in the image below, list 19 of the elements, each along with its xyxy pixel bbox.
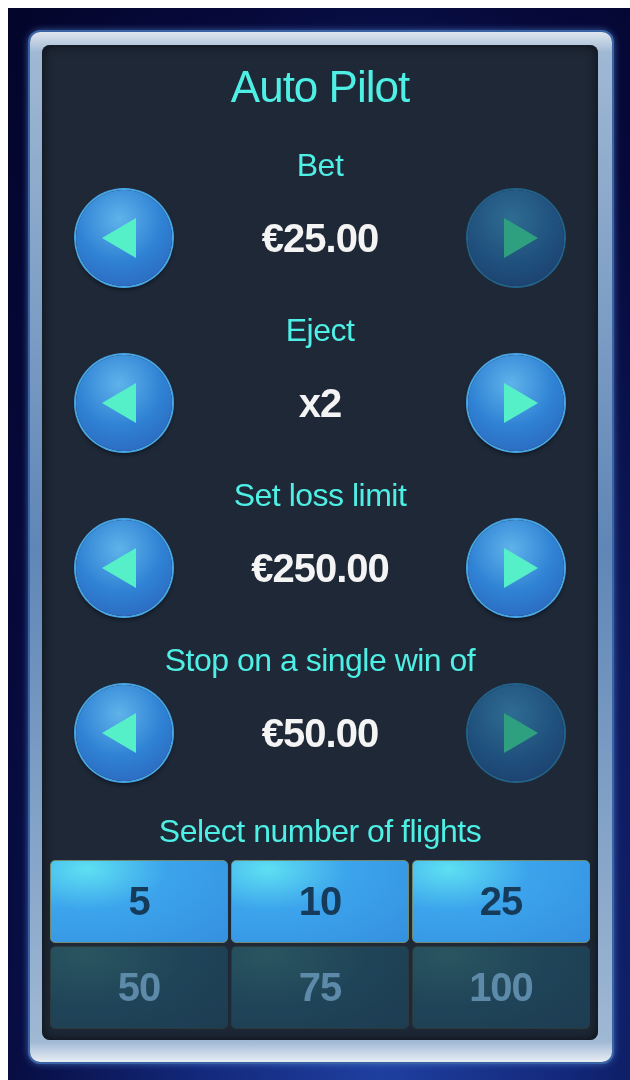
setting-label: Set loss limit bbox=[233, 476, 407, 515]
setting-label: Bet bbox=[296, 146, 344, 185]
increase-button[interactable] bbox=[468, 355, 564, 451]
setting-value: x2 bbox=[298, 380, 342, 426]
decrease-button[interactable] bbox=[76, 520, 172, 616]
setting-label: Eject bbox=[285, 311, 355, 350]
flight-count-button[interactable]: 5 bbox=[50, 860, 228, 943]
panel-title: Auto Pilot bbox=[230, 61, 410, 113]
setting-value: €250.00 bbox=[251, 545, 389, 591]
decrease-button[interactable] bbox=[76, 190, 172, 286]
decrease-button[interactable] bbox=[76, 355, 172, 451]
flight-count-button[interactable]: 25 bbox=[412, 860, 590, 943]
setting-value: €50.00 bbox=[261, 710, 379, 756]
setting-value: €25.00 bbox=[261, 215, 379, 261]
decrease-button[interactable] bbox=[76, 685, 172, 781]
flight-count-button[interactable]: 10 bbox=[231, 860, 409, 943]
flights-label: Select number of flights bbox=[158, 812, 482, 851]
increase-button[interactable] bbox=[468, 520, 564, 616]
setting-label: Stop on a single win of bbox=[164, 641, 476, 680]
